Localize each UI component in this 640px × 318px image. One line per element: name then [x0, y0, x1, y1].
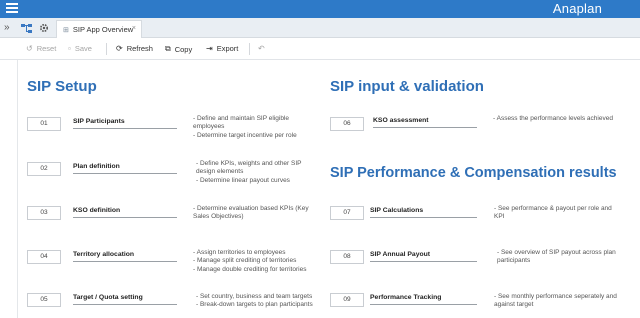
- model-map-icon[interactable]: [18, 21, 34, 35]
- expand-panel-icon[interactable]: »: [4, 22, 10, 33]
- section-title-input: SIP input & validation: [330, 78, 484, 95]
- item-description: - Set country, business and team targets…: [196, 293, 313, 309]
- tab-sip-app-overview[interactable]: ⊞ SIP App Overview ×: [56, 20, 142, 38]
- toolbar-divider: [106, 43, 107, 55]
- export-label: Export: [216, 44, 239, 53]
- step-number: 05: [27, 293, 61, 307]
- step-number: 01: [27, 117, 61, 131]
- close-tab-icon[interactable]: ×: [132, 25, 136, 32]
- link-performance-tracking[interactable]: Performance Tracking: [370, 294, 477, 305]
- link-sip-calculations[interactable]: SIP Calculations: [370, 207, 477, 218]
- item-description: - Define KPIs, weights and other SIP desi…: [196, 160, 302, 184]
- step-number: 07: [330, 206, 364, 220]
- link-plan-definition[interactable]: Plan definition: [73, 163, 177, 174]
- save-icon: ▫: [68, 44, 71, 53]
- toolbar: ↺ Reset ▫ Save ⟳ Refresh ⧉ Copy ⇥ Export ↶: [0, 38, 640, 60]
- copy-icon: ⧉: [165, 44, 171, 53]
- tab-strip: » ⊞ SIP App Overview ×: [0, 18, 640, 38]
- toolbar-divider: [249, 43, 250, 55]
- link-kso-definition[interactable]: KSO definition: [73, 207, 177, 218]
- step-number: 03: [27, 206, 61, 220]
- item-description: - See overview of SIP payout across plan…: [497, 249, 616, 265]
- section-title-performance: SIP Performance & Compensation results: [330, 165, 617, 181]
- copy-button[interactable]: ⧉ Copy: [165, 44, 192, 54]
- step-number: 08: [330, 250, 364, 264]
- left-divider: [17, 60, 18, 318]
- refresh-icon: ⟳: [116, 44, 123, 53]
- reset-label: Reset: [36, 44, 57, 53]
- reset-icon: ↺: [26, 44, 33, 53]
- item-description: - See performance & payout per role and K…: [494, 205, 612, 221]
- undo-button[interactable]: ↶: [258, 44, 269, 53]
- save-label: Save: [74, 44, 92, 53]
- export-button[interactable]: ⇥ Export: [206, 44, 238, 53]
- reset-button[interactable]: ↺ Reset: [26, 44, 56, 53]
- section-title-setup: SIP Setup: [27, 78, 97, 95]
- export-icon: ⇥: [206, 44, 213, 53]
- refresh-label: Refresh: [126, 44, 153, 53]
- item-description: - See monthly performance seperately and…: [494, 293, 617, 309]
- copy-label: Copy: [174, 44, 193, 54]
- tab-label: SIP App Overview: [72, 25, 134, 34]
- step-number: 04: [27, 250, 61, 264]
- brand-logo: Anaplan: [552, 1, 602, 16]
- item-description: - Assign territories to employees - Manag…: [193, 249, 307, 273]
- undo-icon: ↶: [258, 44, 265, 53]
- settings-gear-icon[interactable]: [36, 21, 52, 35]
- link-territory-allocation[interactable]: Territory allocation: [73, 251, 177, 262]
- link-target-quota-setting[interactable]: Target / Quota setting: [73, 294, 177, 305]
- menu-icon[interactable]: [6, 3, 18, 15]
- dashboard-canvas: [0, 60, 640, 318]
- item-description: - Assess the performance levels achieved: [493, 115, 613, 122]
- step-number: 06: [330, 117, 364, 131]
- item-description: - Define and maintain SIP eligible employ…: [193, 115, 297, 139]
- link-sip-annual-payout[interactable]: SIP Annual Payout: [370, 251, 477, 262]
- step-number: 09: [330, 293, 364, 307]
- top-bar: Anaplan: [0, 0, 640, 18]
- refresh-button[interactable]: ⟳ Refresh: [116, 44, 153, 53]
- dashboard-icon: ⊞: [63, 27, 69, 34]
- link-sip-participants[interactable]: SIP Participants: [73, 118, 177, 129]
- item-description: - Determine evaluation based KPIs (Key Sa…: [193, 205, 309, 221]
- step-number: 02: [27, 162, 61, 176]
- save-button[interactable]: ▫ Save: [68, 44, 92, 53]
- link-kso-assessment[interactable]: KSO assessment: [373, 117, 477, 128]
